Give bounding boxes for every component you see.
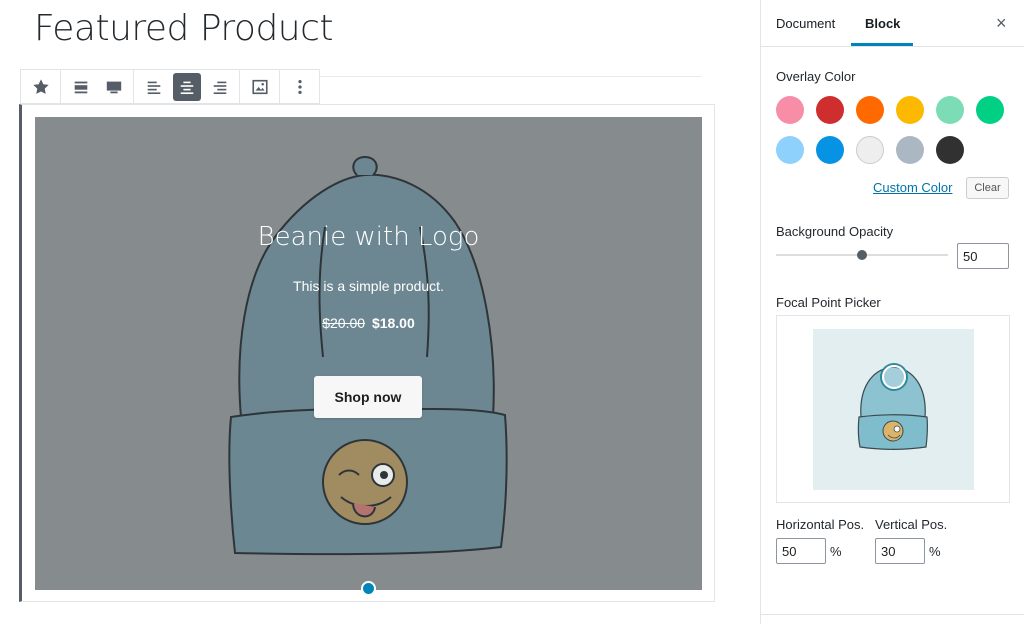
cover-image[interactable]: Beanie with Logo This is a simple produc… <box>35 117 702 590</box>
star-icon[interactable] <box>27 73 55 101</box>
vertical-unit: % <box>929 544 941 559</box>
align-left-icon[interactable] <box>140 73 168 101</box>
horizontal-pos-input[interactable]: 50 <box>776 538 826 564</box>
toolbar-group-width <box>61 70 134 103</box>
overlay-color-label: Overlay Color <box>776 69 856 84</box>
color-swatch[interactable] <box>976 96 1004 124</box>
more-vertical-icon[interactable] <box>286 73 314 101</box>
color-swatch[interactable] <box>936 96 964 124</box>
sidebar-divider <box>761 614 1024 615</box>
shop-now-button[interactable]: Shop now <box>314 376 422 418</box>
sidebar-tabs: Document Block × <box>761 0 1024 47</box>
resize-handle[interactable] <box>361 581 376 596</box>
focal-point-handle[interactable] <box>881 365 906 390</box>
focal-preview-image[interactable] <box>813 329 974 490</box>
editor-window: Featured Product Beanie with Logo This i… <box>0 0 1024 624</box>
focal-point-label: Focal Point Picker <box>776 295 881 310</box>
tab-document[interactable]: Document <box>776 16 835 31</box>
toolbar-group-block <box>21 70 61 103</box>
color-swatch[interactable] <box>776 136 804 164</box>
opacity-slider-thumb[interactable] <box>857 250 867 260</box>
align-center-icon[interactable] <box>172 72 201 101</box>
close-icon[interactable]: × <box>996 13 1007 34</box>
custom-color-link[interactable]: Custom Color <box>873 180 952 195</box>
active-tab-indicator <box>851 43 913 46</box>
color-swatch[interactable] <box>816 136 844 164</box>
align-wide-icon[interactable] <box>67 73 95 101</box>
focal-point-picker[interactable] <box>776 315 1010 503</box>
color-swatch[interactable] <box>936 136 964 164</box>
product-description[interactable]: This is a simple product. <box>35 278 702 294</box>
vertical-pos-label: Vertical Pos. <box>875 517 948 532</box>
align-full-icon[interactable] <box>100 73 128 101</box>
vertical-pos-input[interactable]: 30 <box>875 538 925 564</box>
price-original: $20.00 <box>322 315 366 331</box>
title-divider <box>302 76 702 77</box>
page-title[interactable]: Featured Product <box>34 8 334 49</box>
product-price: $20.00 $18.00 <box>35 315 702 331</box>
color-swatch[interactable] <box>816 96 844 124</box>
horizontal-pos-label: Horizontal Pos. <box>776 517 865 532</box>
horizontal-unit: % <box>830 544 842 559</box>
align-right-icon[interactable] <box>206 73 234 101</box>
opacity-input[interactable]: 50 <box>957 243 1009 269</box>
product-title[interactable]: Beanie with Logo <box>35 222 702 252</box>
settings-sidebar: Document Block × Overlay Color Custom Co… <box>760 0 1024 624</box>
clear-button[interactable]: Clear <box>966 177 1009 199</box>
color-swatch[interactable] <box>856 136 884 164</box>
beanie-thumbnail <box>857 366 929 450</box>
tab-block[interactable]: Block <box>865 16 900 31</box>
price-sale: $18.00 <box>371 315 415 331</box>
image-icon[interactable] <box>246 73 274 101</box>
color-swatch[interactable] <box>856 96 884 124</box>
toolbar-group-text-align <box>134 70 240 103</box>
color-swatch[interactable] <box>896 96 924 124</box>
toolbar-group-media <box>240 70 280 103</box>
color-swatch[interactable] <box>776 96 804 124</box>
product-overlay-content: Beanie with Logo This is a simple produc… <box>35 117 702 590</box>
toolbar-group-more <box>280 70 319 103</box>
color-swatch[interactable] <box>896 136 924 164</box>
background-opacity-label: Background Opacity <box>776 224 894 239</box>
block-toolbar <box>20 69 320 104</box>
